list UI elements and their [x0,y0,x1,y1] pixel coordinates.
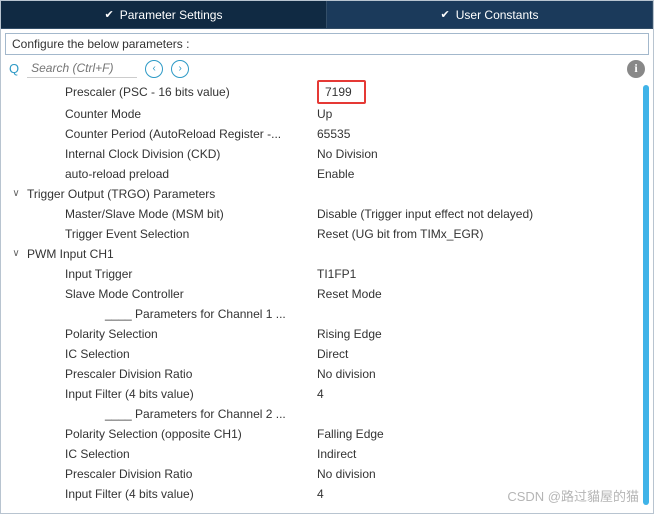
configure-text: Configure the below parameters : [5,33,649,55]
tab-parameter-settings[interactable]: ✔ Parameter Settings [1,1,327,28]
group-trgo[interactable]: Trigger Output (TRGO) Parameters [23,184,323,204]
tab-bar: ✔ Parameter Settings ✔ User Constants [1,1,653,29]
highlight-box: 7199 [317,80,366,104]
param-label[interactable]: Prescaler Division Ratio [9,464,309,484]
param-value[interactable]: No division [309,364,639,384]
param-label[interactable]: Slave Mode Controller [9,284,309,304]
param-label[interactable]: Input Filter (4 bits value) [9,484,309,504]
scrollbar[interactable] [643,85,649,505]
check-icon: ✔ [441,8,450,21]
tab-label: User Constants [456,8,539,22]
param-value[interactable]: No division [309,464,639,484]
search-icon[interactable]: Q [9,61,19,76]
param-label[interactable]: Polarity Selection [9,324,309,344]
info-icon[interactable]: i [627,60,645,78]
param-value[interactable]: Up [309,104,639,124]
param-value[interactable]: TI1FP1 [309,264,639,284]
search-input[interactable] [27,59,137,78]
chevron-down-icon[interactable]: ∨ [9,244,23,264]
param-value[interactable]: 4 [309,484,639,504]
group-pwm-ch1[interactable]: PWM Input CH1 [23,244,323,264]
param-value[interactable]: Reset (UG bit from TIMx_EGR) [309,224,639,244]
param-value[interactable]: Direct [309,344,639,364]
param-value[interactable]: Rising Edge [309,324,639,344]
param-label[interactable]: Counter Mode [9,104,309,124]
tab-user-constants[interactable]: ✔ User Constants [327,1,653,28]
param-value[interactable]: 7199 [309,80,639,104]
param-label[interactable]: Input Trigger [9,264,309,284]
param-value[interactable]: Disable (Trigger input effect not delaye… [309,204,639,224]
channel2-params-header: ____ Parameters for Channel 2 ... [9,404,309,424]
param-value[interactable]: Enable [309,164,639,184]
next-arrow-icon[interactable]: › [171,60,189,78]
tab-label: Parameter Settings [120,8,223,22]
channel1-params-header: ____ Parameters for Channel 1 ... [9,304,309,324]
param-label[interactable]: Internal Clock Division (CKD) [9,144,309,164]
param-label[interactable]: IC Selection [9,444,309,464]
param-value[interactable]: 65535 [309,124,639,144]
param-value[interactable]: Reset Mode [309,284,639,304]
param-label[interactable]: Prescaler Division Ratio [9,364,309,384]
param-value[interactable]: No Division [309,144,639,164]
param-label[interactable]: auto-reload preload [9,164,309,184]
param-value[interactable]: 4 [309,384,639,404]
param-label[interactable]: Master/Slave Mode (MSM bit) [9,204,309,224]
parameter-tree: Prescaler (PSC - 16 bits value) 7199 Coun… [1,80,653,520]
param-label[interactable]: Input Filter (4 bits value) [9,384,309,404]
param-label[interactable]: Counter Period (AutoReload Register -... [9,124,309,144]
toolbar: Q ‹ › i [1,55,653,80]
prev-arrow-icon[interactable]: ‹ [145,60,163,78]
param-label[interactable]: Prescaler (PSC - 16 bits value) [9,82,309,102]
chevron-down-icon[interactable]: ∨ [9,184,23,204]
param-label[interactable]: Trigger Event Selection [9,224,309,244]
param-value[interactable]: Falling Edge [309,424,639,444]
param-value[interactable]: Indirect [309,444,639,464]
check-icon: ✔ [105,8,114,21]
param-label[interactable]: Polarity Selection (opposite CH1) [9,424,309,444]
param-label[interactable]: IC Selection [9,344,309,364]
